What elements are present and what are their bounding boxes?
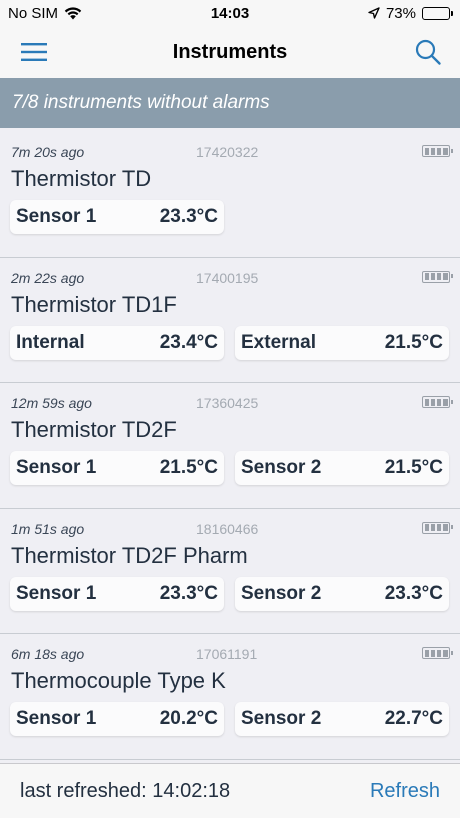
instrument-card[interactable]: 7m 20s ago 17420322 Thermistor TD Sensor… (0, 132, 460, 258)
serial-number: 17400195 (196, 269, 259, 286)
last-seen-time: 1m 51s ago (11, 520, 85, 537)
sensor-value: 21.5°C (384, 331, 443, 353)
search-icon[interactable] (414, 38, 442, 66)
last-refreshed-label: last refreshed: 14:02:18 (20, 779, 231, 802)
page-title: Instruments (172, 40, 288, 63)
sensor-value: 22.7°C (384, 708, 443, 729)
sensor-reading: Sensor 1 23.3°C (10, 200, 224, 234)
serial-number: 17360425 (196, 395, 259, 411)
sensor-reading: Sensor 2 21.5°C (235, 451, 449, 485)
instrument-card[interactable]: 6m 18s ago 17061191 Thermocouple Type K … (0, 634, 460, 760)
hamburger-menu-icon[interactable] (20, 40, 48, 64)
carrier-label: No SIM (8, 4, 59, 22)
alarm-status-text: 7/8 instruments without alarms (12, 92, 270, 113)
sensor-label: Sensor 1 (16, 582, 97, 604)
status-bar: No SIM 14:03 73% (0, 0, 460, 26)
sensor-label: Sensor 2 (241, 582, 322, 604)
instrument-battery-icon (422, 521, 453, 534)
instrument-battery-icon (422, 145, 453, 157)
last-seen-time: 12m 59s ago (11, 395, 92, 411)
instrument-name: Thermistor TD2F (11, 417, 177, 442)
instrument-battery-icon (422, 270, 453, 283)
instrument-name: Thermistor TD1F (11, 291, 177, 317)
alarm-status-banner: 7/8 instruments without alarms (0, 78, 460, 128)
sensor-reading: Sensor 2 23.3°C (235, 576, 449, 611)
serial-number: 18160466 (196, 520, 259, 537)
instrument-card[interactable]: 12m 59s ago 17360425 Thermistor TD2F Sen… (0, 383, 460, 509)
sensor-value: 20.2°C (159, 708, 218, 729)
sensor-reading: Internal 23.4°C (10, 325, 224, 360)
wifi-icon (64, 6, 82, 19)
sensor-reading: Sensor 2 22.7°C (235, 702, 449, 736)
instrument-name: Thermistor TD (11, 166, 152, 191)
instrument-battery-icon (422, 647, 453, 659)
refresh-button[interactable]: Refresh (370, 780, 440, 803)
sensor-reading: Sensor 1 23.3°C (10, 576, 224, 611)
sensor-value: 23.3°C (384, 582, 443, 604)
status-right: 73% (368, 4, 453, 22)
serial-number: 17061191 (196, 646, 258, 662)
sensor-reading: External 21.5°C (235, 325, 449, 360)
sensor-value: 23.3°C (159, 206, 218, 227)
sensor-label: Sensor 1 (16, 206, 97, 227)
sensor-label: Sensor 1 (16, 457, 97, 478)
sensor-value: 23.4°C (159, 331, 218, 353)
sensor-label: Sensor 1 (16, 708, 97, 729)
instrument-card[interactable]: 1m 51s ago 18160466 Thermistor TD2F Phar… (0, 509, 460, 634)
instrument-name: Thermistor TD2F Pharm (11, 542, 248, 568)
instrument-battery-icon (422, 396, 453, 408)
battery-percent: 73% (385, 4, 416, 22)
instrument-list: 7m 20s ago 17420322 Thermistor TD Sensor… (0, 132, 460, 760)
instrument-card[interactable]: 2m 22s ago 17400195 Thermistor TD1F Inte… (0, 258, 460, 383)
last-seen-time: 7m 20s ago (11, 144, 85, 160)
instrument-name: Thermocouple Type K (11, 668, 226, 693)
bottom-toolbar: last refreshed: 14:02:18 Refresh (0, 763, 460, 818)
sensor-label: External (241, 331, 316, 353)
sensor-label: Sensor 2 (241, 457, 322, 478)
sensor-value: 21.5°C (159, 457, 218, 478)
last-seen-time: 6m 18s ago (11, 646, 85, 662)
navigation-bar: Instruments (0, 26, 460, 78)
battery-icon (422, 6, 453, 20)
location-arrow-icon (368, 7, 380, 19)
sensor-label: Internal (16, 331, 85, 353)
serial-number: 17420322 (196, 144, 259, 160)
sensor-value: 23.3°C (159, 582, 218, 604)
sensor-reading: Sensor 1 21.5°C (10, 451, 224, 485)
sensor-label: Sensor 2 (241, 708, 322, 729)
last-seen-time: 2m 22s ago (11, 269, 85, 286)
sensor-value: 21.5°C (384, 457, 443, 478)
status-left: No SIM (8, 5, 82, 22)
sensor-reading: Sensor 1 20.2°C (10, 702, 224, 736)
